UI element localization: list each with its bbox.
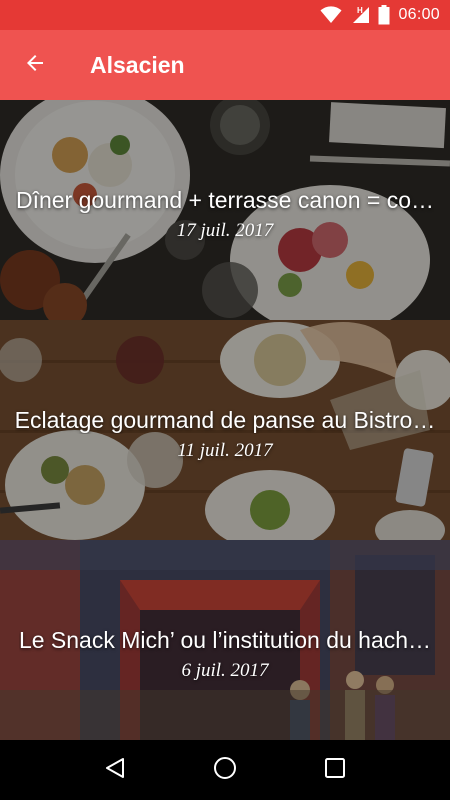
signal-icon: H bbox=[350, 6, 370, 24]
home-circle-icon bbox=[213, 756, 237, 785]
system-nav-bar bbox=[0, 740, 450, 800]
wifi-icon bbox=[320, 6, 342, 24]
battery-icon bbox=[378, 5, 390, 25]
status-time: 06:00 bbox=[398, 6, 440, 23]
nav-home-button[interactable] bbox=[200, 745, 250, 795]
back-button[interactable] bbox=[0, 30, 70, 100]
arrow-back-icon bbox=[23, 51, 47, 80]
article-card[interactable]: Dîner gourmand + terrasse canon = co… 17… bbox=[0, 100, 450, 320]
back-triangle-icon bbox=[104, 757, 126, 784]
recents-square-icon bbox=[324, 757, 346, 784]
article-date: 6 juil. 2017 bbox=[181, 659, 269, 681]
article-card[interactable]: Le Snack Mich’ ou l’institution du hach…… bbox=[0, 540, 450, 760]
article-date: 17 juil. 2017 bbox=[176, 219, 274, 241]
status-bar: H 06:00 bbox=[0, 0, 450, 30]
nav-recents-button[interactable] bbox=[310, 745, 360, 795]
nav-back-button[interactable] bbox=[90, 745, 140, 795]
network-type-label: H bbox=[357, 6, 363, 15]
page-title: Alsacien bbox=[90, 51, 185, 78]
article-list[interactable]: Dîner gourmand + terrasse canon = co… 17… bbox=[0, 100, 450, 760]
app-bar: Alsacien bbox=[0, 30, 450, 100]
article-card[interactable]: Eclatage gourmand de panse au Bistro… 11… bbox=[0, 320, 450, 540]
article-title: Le Snack Mich’ ou l’institution du hach… bbox=[18, 626, 432, 653]
article-title: Eclatage gourmand de panse au Bistro… bbox=[14, 406, 436, 433]
article-title: Dîner gourmand + terrasse canon = co… bbox=[15, 186, 435, 213]
article-date: 11 juil. 2017 bbox=[177, 439, 273, 461]
